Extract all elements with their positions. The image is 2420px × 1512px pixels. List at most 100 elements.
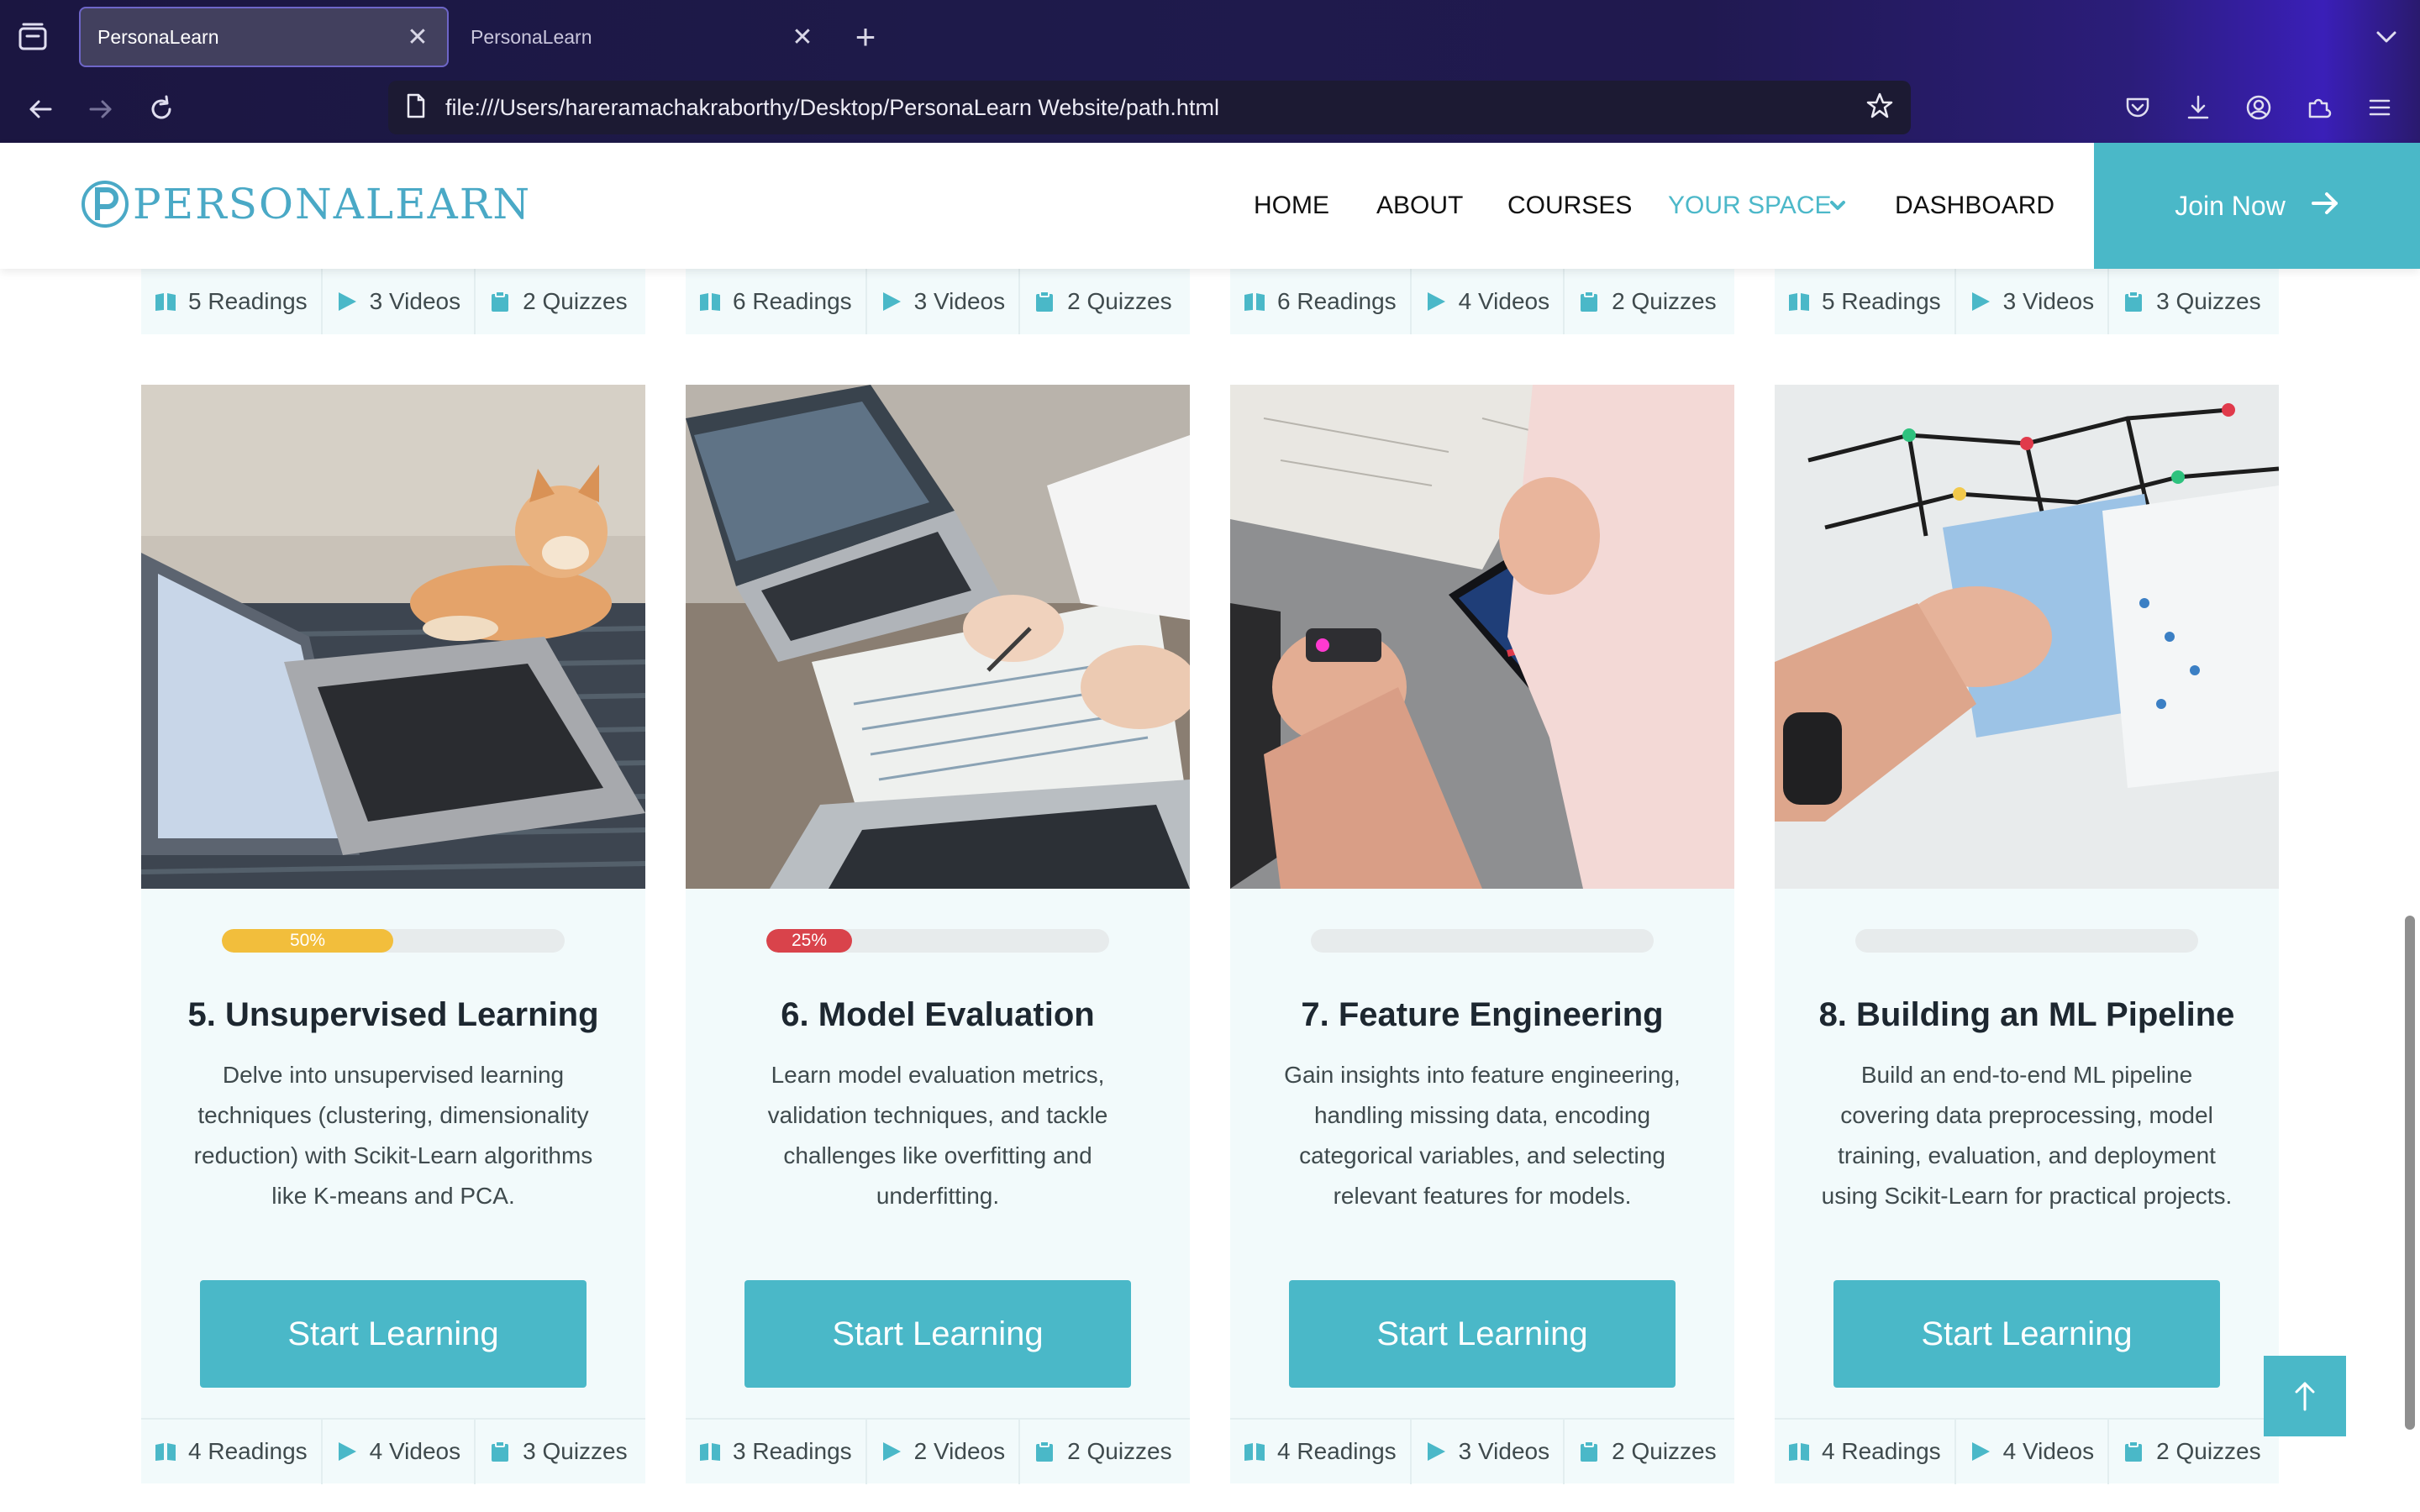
account-icon[interactable] bbox=[2238, 87, 2279, 128]
download-icon[interactable] bbox=[2178, 87, 2218, 128]
readings-count: 4 Readings bbox=[1822, 1438, 1941, 1464]
site-header: PERSONALEARN HOME ABOUT COURSES YOUR SPA… bbox=[0, 143, 2420, 269]
quizzes-stat: 2 Quizzes bbox=[2109, 1419, 2275, 1484]
clipboard-icon bbox=[489, 1441, 511, 1462]
quizzes-stat: 3 Quizzes bbox=[476, 1419, 641, 1484]
progress-bar: 25% bbox=[766, 929, 1109, 953]
play-icon bbox=[881, 291, 902, 312]
readings-count: 4 Readings bbox=[1277, 1438, 1397, 1464]
readings-count: 6 Readings bbox=[733, 288, 852, 314]
course-card: 8. Building an ML Pipeline Build an end-… bbox=[1775, 385, 2279, 1484]
course-card: 50% 5. Unsupervised Learning Delve into … bbox=[141, 385, 645, 1484]
course-stats-row: 4 Readings 3 Videos 2 Quizzes bbox=[1230, 1418, 1734, 1484]
page-scrollbar[interactable] bbox=[2405, 916, 2415, 1430]
readings-stat: 5 Readings bbox=[1775, 269, 1956, 334]
forward-arrow-icon[interactable] bbox=[81, 89, 121, 129]
book-icon bbox=[699, 1441, 721, 1462]
logo-text: PERSONALEARN bbox=[133, 180, 532, 228]
course-title: 7. Feature Engineering bbox=[1301, 996, 1664, 1033]
arrow-right-icon bbox=[2311, 188, 2339, 223]
course-description: Build an end-to-end ML pipeline covering… bbox=[1821, 1062, 2233, 1209]
url-text[interactable]: file:///Users/hareramachakraborthy/Deskt… bbox=[445, 95, 1865, 121]
course-description: Learn model evaluation metrics, validati… bbox=[767, 1062, 1108, 1209]
quizzes-stat: 2 Quizzes bbox=[476, 269, 641, 334]
start-learning-button[interactable]: Start Learning bbox=[1833, 1280, 2220, 1388]
book-icon bbox=[1788, 1441, 1810, 1462]
browser-tab[interactable]: PersonaLearn ✕ bbox=[454, 7, 832, 67]
nav-your-space[interactable]: YOUR SPACE bbox=[1668, 192, 1832, 220]
start-learning-button[interactable]: Start Learning bbox=[744, 1280, 1131, 1388]
address-bar[interactable]: file:///Users/hareramachakraborthy/Deskt… bbox=[388, 81, 1911, 134]
course-description: Delve into unsupervised learning techniq… bbox=[193, 1062, 593, 1209]
nav-about[interactable]: ABOUT bbox=[1376, 192, 1463, 220]
course-image-phone-device bbox=[1230, 385, 1734, 889]
nav-dashboard[interactable]: DASHBOARD bbox=[1895, 192, 2054, 220]
readings-count: 5 Readings bbox=[188, 288, 308, 314]
extensions-icon[interactable] bbox=[2299, 87, 2339, 128]
videos-count: 2 Videos bbox=[913, 1438, 1006, 1464]
book-icon bbox=[699, 291, 721, 312]
readings-stat: 4 Readings bbox=[1230, 1419, 1412, 1484]
book-icon bbox=[1788, 291, 1810, 312]
browser-tab-active[interactable]: PersonaLearn ✕ bbox=[79, 7, 449, 67]
start-learning-button[interactable]: Start Learning bbox=[200, 1280, 587, 1388]
progress-bar bbox=[1855, 929, 2198, 953]
arrow-up-icon bbox=[2295, 1382, 2315, 1411]
quizzes-stat: 3 Quizzes bbox=[2109, 269, 2275, 334]
course-stats-row: 6 Readings 4 Videos 2 Quizzes bbox=[1230, 269, 1734, 334]
videos-stat: 3 Videos bbox=[867, 269, 1021, 334]
close-icon[interactable]: ✕ bbox=[405, 23, 430, 52]
play-icon bbox=[336, 291, 358, 312]
nav-courses[interactable]: COURSES bbox=[1507, 192, 1632, 220]
pocket-icon[interactable] bbox=[2118, 87, 2158, 128]
course-stats-row: 5 Readings 3 Videos 2 Quizzes bbox=[141, 269, 645, 334]
menu-hamburger-icon[interactable] bbox=[2360, 87, 2400, 128]
clipboard-icon bbox=[1034, 291, 1055, 312]
readings-count: 6 Readings bbox=[1277, 288, 1397, 314]
chevron-down-icon[interactable] bbox=[2371, 22, 2402, 52]
scroll-to-top-button[interactable] bbox=[2264, 1356, 2346, 1436]
quizzes-count: 2 Quizzes bbox=[1067, 288, 1172, 314]
reload-icon[interactable] bbox=[141, 89, 182, 129]
course-title: 6. Model Evaluation bbox=[781, 996, 1095, 1033]
course-stats-row: 5 Readings 3 Videos 3 Quizzes bbox=[1775, 269, 2279, 334]
quizzes-stat: 2 Quizzes bbox=[1565, 1419, 1730, 1484]
nav-home[interactable]: HOME bbox=[1254, 192, 1329, 220]
play-icon bbox=[1970, 1441, 1991, 1462]
course-description: Gain insights into feature engineering, … bbox=[1284, 1062, 1681, 1209]
readings-stat: 4 Readings bbox=[141, 1419, 323, 1484]
close-icon[interactable]: ✕ bbox=[790, 23, 815, 52]
videos-stat: 3 Videos bbox=[1956, 269, 2110, 334]
page-icon bbox=[405, 93, 427, 123]
readings-stat: 3 Readings bbox=[686, 1419, 867, 1484]
quizzes-count: 2 Quizzes bbox=[1612, 288, 1717, 314]
videos-count: 4 Videos bbox=[2002, 1438, 2095, 1464]
start-learning-button[interactable]: Start Learning bbox=[1289, 1280, 1676, 1388]
play-icon bbox=[1970, 291, 1991, 312]
chevron-down-icon[interactable] bbox=[1828, 197, 1847, 219]
book-icon bbox=[1244, 1441, 1265, 1462]
quizzes-count: 2 Quizzes bbox=[1612, 1438, 1717, 1464]
videos-stat: 4 Videos bbox=[1956, 1419, 2110, 1484]
videos-count: 3 Videos bbox=[2002, 288, 2095, 314]
videos-count: 3 Videos bbox=[1458, 1438, 1550, 1464]
videos-stat: 2 Videos bbox=[867, 1419, 1021, 1484]
quizzes-count: 2 Quizzes bbox=[2156, 1438, 2261, 1464]
back-arrow-icon[interactable] bbox=[20, 89, 60, 129]
bookmark-star-icon[interactable] bbox=[1865, 92, 1894, 124]
course-card: 7. Feature Engineering Gain insights int… bbox=[1230, 385, 1734, 1484]
course-title: 8. Building an ML Pipeline bbox=[1818, 996, 2235, 1033]
tab-overview-icon[interactable] bbox=[17, 22, 50, 52]
logo-mark-icon bbox=[82, 181, 129, 228]
course-image-cat-laptop bbox=[141, 385, 645, 889]
site-logo[interactable]: PERSONALEARN bbox=[79, 178, 531, 230]
course-path-content: 5 Readings 3 Videos 2 Quizzes 6 Readings… bbox=[0, 269, 2420, 1512]
videos-stat: 3 Videos bbox=[1412, 1419, 1565, 1484]
new-tab-plus-icon[interactable]: + bbox=[849, 18, 882, 55]
course-image-laptop-notes bbox=[686, 385, 1190, 889]
book-icon bbox=[155, 1441, 176, 1462]
play-icon bbox=[336, 1441, 358, 1462]
join-now-button[interactable]: Join Now bbox=[2094, 143, 2420, 269]
clipboard-icon bbox=[2123, 291, 2144, 312]
readings-stat: 5 Readings bbox=[141, 269, 323, 334]
